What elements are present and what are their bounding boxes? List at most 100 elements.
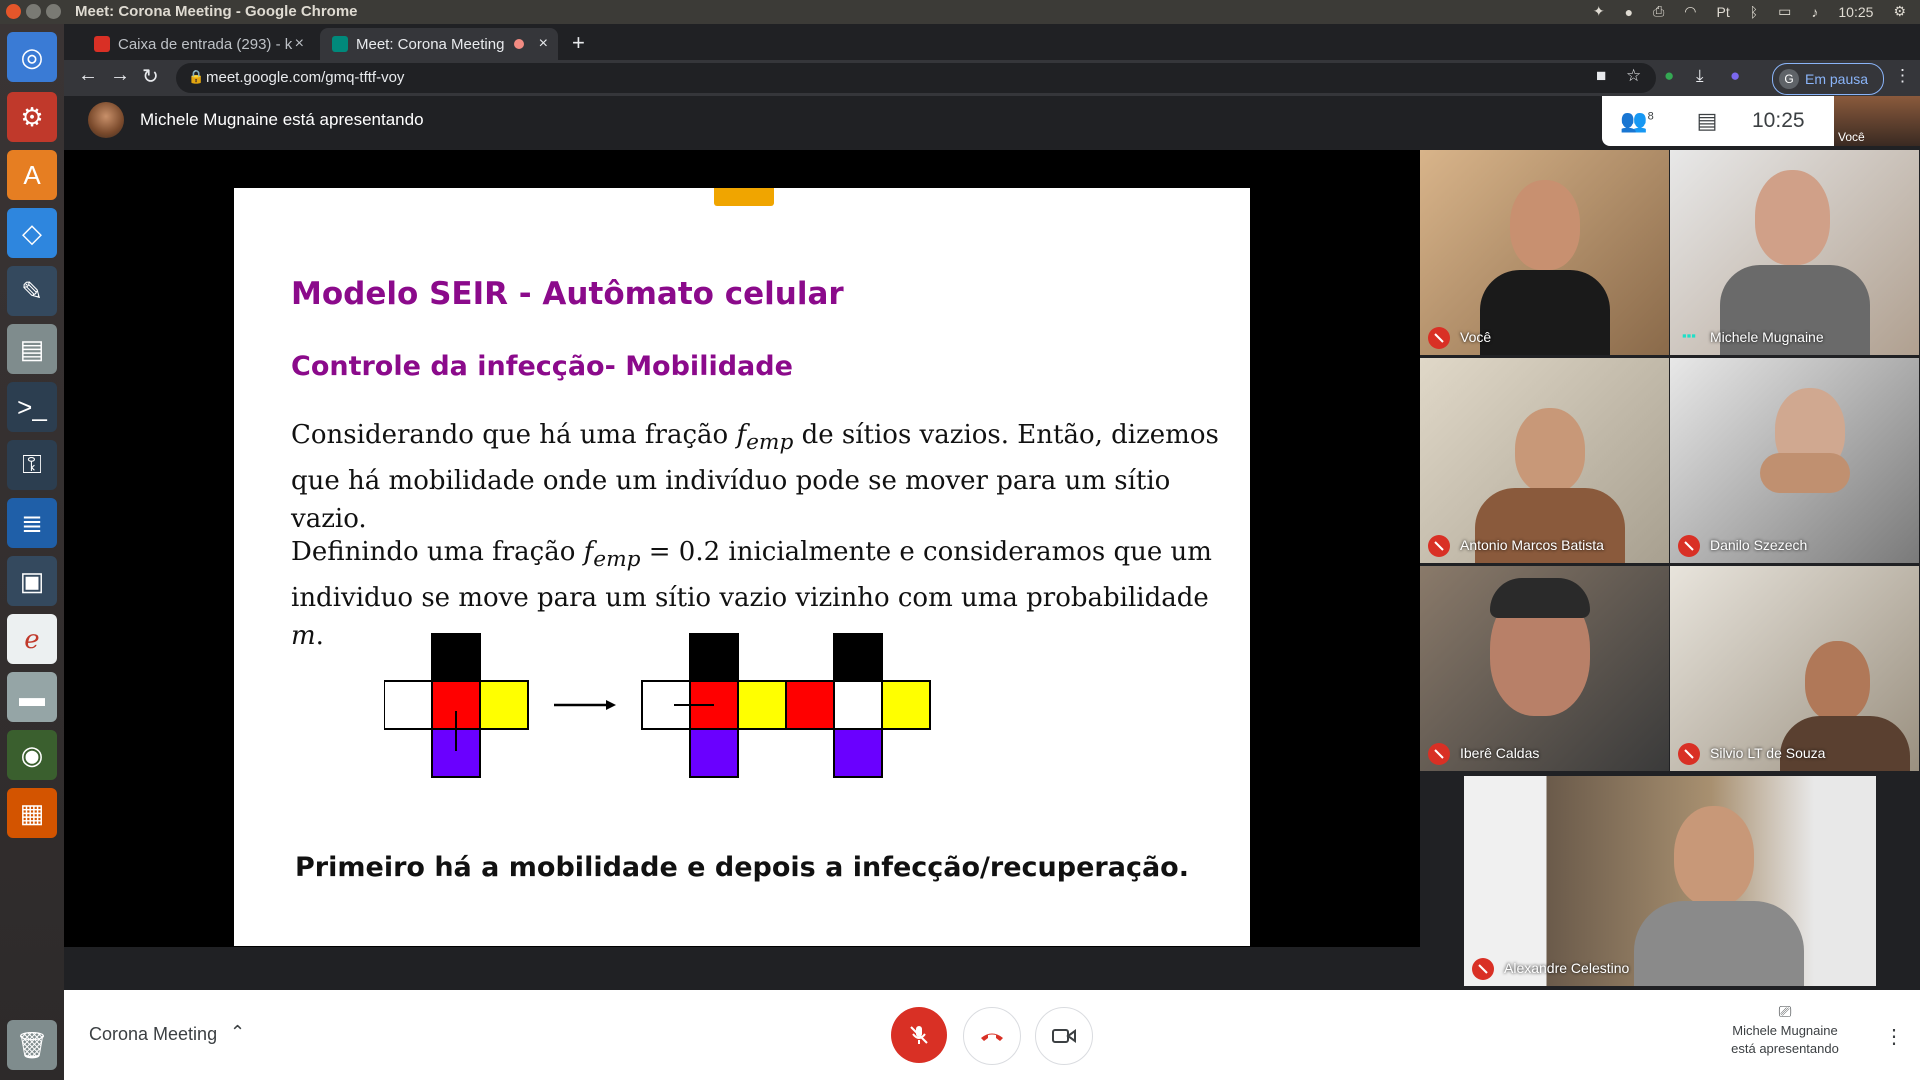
participant-tile[interactable]: Silvio LT de Souza xyxy=(1670,566,1919,771)
chevron-up-icon[interactable]: ⌃ xyxy=(230,1022,245,1043)
ubuntu-dash-icon[interactable]: ◎ xyxy=(7,32,57,82)
muted-mic-icon xyxy=(1678,743,1700,765)
grammarly-icon[interactable]: ● xyxy=(1664,66,1674,86)
bluetooth-icon[interactable]: ᛒ xyxy=(1750,4,1758,20)
download-icon[interactable]: ⤓ xyxy=(1696,66,1704,86)
tab-close-icon[interactable]: × xyxy=(295,35,304,53)
p1-text-a: Considerando que há uma fração xyxy=(291,420,737,450)
volume-icon[interactable]: ♪ xyxy=(1811,4,1818,20)
p1-variable: f xyxy=(736,420,747,450)
tab-label: Caixa de entrada (293) - k xyxy=(118,35,293,53)
participant-video xyxy=(1634,901,1804,986)
slide-subtitle: Controle da infecção- Mobilidade xyxy=(291,351,793,382)
microphone-toggle-button[interactable] xyxy=(891,1007,947,1063)
p2-probability-m: m xyxy=(291,621,316,652)
impress-icon[interactable]: ▦ xyxy=(7,788,57,838)
file-manager-icon[interactable]: ▤ xyxy=(7,324,57,374)
browser-menu-icon[interactable]: ⋮ xyxy=(1894,66,1911,86)
presentation-status[interactable]: ⎚ Michele Mugnaine está apresentando xyxy=(1710,1004,1860,1058)
presenter-avatar xyxy=(88,102,124,138)
forward-icon[interactable]: → xyxy=(110,64,130,87)
present-screen-icon: ⎚ xyxy=(1778,1004,1792,1021)
software-center-icon[interactable]: A xyxy=(7,150,57,200)
trash-icon[interactable]: 🗑 xyxy=(7,1020,57,1070)
participant-video xyxy=(1760,453,1850,493)
tab-close-icon[interactable]: × xyxy=(539,35,548,53)
extension-k-icon[interactable]: ● xyxy=(1730,66,1740,86)
sharing-toolbar[interactable] xyxy=(714,188,774,206)
lattice-state-1 xyxy=(384,633,529,778)
back-icon[interactable]: ← xyxy=(78,64,98,87)
participant-video xyxy=(1490,578,1590,618)
terminal-icon[interactable]: >_ xyxy=(7,382,57,432)
slide-paragraph-1: Considerando que há uma fração femp de s… xyxy=(291,416,1231,538)
self-preview-tile[interactable]: Você xyxy=(1834,96,1920,146)
mic-off-icon xyxy=(910,1026,928,1044)
hang-up-icon xyxy=(981,1033,1003,1041)
lattice-state-3 xyxy=(785,633,931,778)
lattice-state-2 xyxy=(641,633,787,778)
participant-tile[interactable]: ▪▪▪ Michele Mugnaine xyxy=(1670,150,1919,355)
cloud-tray-icon[interactable]: ● xyxy=(1625,4,1633,20)
system-tray: ✦ ● ⎙ ◠ Pt ᛒ ▭ ♪ 10:25 ⚙ xyxy=(1593,3,1906,20)
window-icon[interactable]: ▣ xyxy=(7,556,57,606)
url-text[interactable]: meet.google.com/gmq-tftf-voy xyxy=(206,69,404,86)
address-bar[interactable]: 🔒 meet.google.com/gmq-tftf-voy xyxy=(176,63,1656,93)
participant-tile[interactable]: Alexandre Celestino xyxy=(1464,776,1876,986)
window-maximize-button[interactable] xyxy=(46,4,61,19)
drive-icon[interactable]: ▬ xyxy=(7,672,57,722)
pdf-viewer-icon[interactable]: ℯ xyxy=(7,614,57,664)
chat-icon[interactable]: ▤ xyxy=(1672,108,1742,134)
present-status-line1: Michele Mugnaine xyxy=(1732,1023,1838,1038)
p1-subscript: emp xyxy=(746,430,794,456)
people-icon: 👥 xyxy=(1620,108,1648,133)
participants-count: 8 xyxy=(1647,110,1654,123)
speaking-indicator-icon: ▪▪▪ xyxy=(1682,328,1696,343)
participant-video xyxy=(1510,180,1580,270)
meeting-details-button[interactable]: Corona Meeting xyxy=(89,1024,217,1045)
participant-tile[interactable]: Iberê Caldas xyxy=(1420,566,1669,771)
participant-tile[interactable]: Antonio Marcos Batista xyxy=(1420,358,1669,563)
participant-video xyxy=(1674,806,1754,906)
p2-period: . xyxy=(315,621,324,652)
os-clock[interactable]: 10:25 xyxy=(1838,4,1873,20)
meet-icon xyxy=(332,36,348,52)
tab-label: Meet: Corona Meeting xyxy=(356,35,505,53)
power-gear-icon[interactable]: ⚙ xyxy=(1893,3,1906,20)
text-editor-icon[interactable]: ✎ xyxy=(7,266,57,316)
battery-icon[interactable]: ▭ xyxy=(1778,3,1791,20)
tab-gmail[interactable]: Caixa de entrada (293) - k × xyxy=(82,28,314,60)
wifi-icon[interactable]: ◠ xyxy=(1684,3,1696,20)
more-options-icon[interactable]: ⋮ xyxy=(1884,1024,1904,1049)
window-minimize-button[interactable] xyxy=(26,4,41,19)
cell-bottom xyxy=(833,728,883,778)
people-button[interactable]: 👥8 xyxy=(1602,108,1672,134)
window-close-button[interactable] xyxy=(6,4,21,19)
p2-variable: f xyxy=(583,537,594,567)
profile-button[interactable]: G Em pausa xyxy=(1772,63,1884,95)
disk-icon[interactable]: ⚿ xyxy=(7,440,57,490)
printer-tray-icon[interactable]: ⎙ xyxy=(1653,3,1664,20)
cell-right xyxy=(737,680,787,730)
camera-in-use-icon[interactable]: ■ xyxy=(1596,66,1606,86)
camera-toggle-button[interactable] xyxy=(1035,1007,1093,1065)
cell-left xyxy=(785,680,835,730)
dropbox-icon[interactable]: ◇ xyxy=(7,208,57,258)
participant-tile[interactable]: Você xyxy=(1420,150,1669,355)
chrome-icon[interactable]: ◉ xyxy=(7,730,57,780)
tab-meet[interactable]: Meet: Corona Meeting × xyxy=(320,28,558,60)
p2-subscript: emp xyxy=(593,547,641,573)
reload-icon[interactable]: ↻ xyxy=(142,64,159,89)
self-preview-label: Você xyxy=(1838,130,1865,144)
dropbox-tray-icon[interactable]: ✦ xyxy=(1593,3,1605,20)
participant-tile[interactable]: Danilo Szezech xyxy=(1670,358,1919,563)
new-tab-button[interactable]: + xyxy=(572,30,585,56)
bookmark-star-icon[interactable]: ☆ xyxy=(1626,66,1641,86)
leave-call-button[interactable] xyxy=(963,1007,1021,1065)
participant-name: Alexandre Celestino xyxy=(1504,960,1630,976)
settings-icon[interactable]: ⚙ xyxy=(7,92,57,142)
camera-icon xyxy=(1052,1029,1076,1043)
writer-icon[interactable]: ≣ xyxy=(7,498,57,548)
keyboard-layout-icon[interactable]: Pt xyxy=(1717,4,1730,20)
participant-name: Michele Mugnaine xyxy=(1710,329,1824,345)
